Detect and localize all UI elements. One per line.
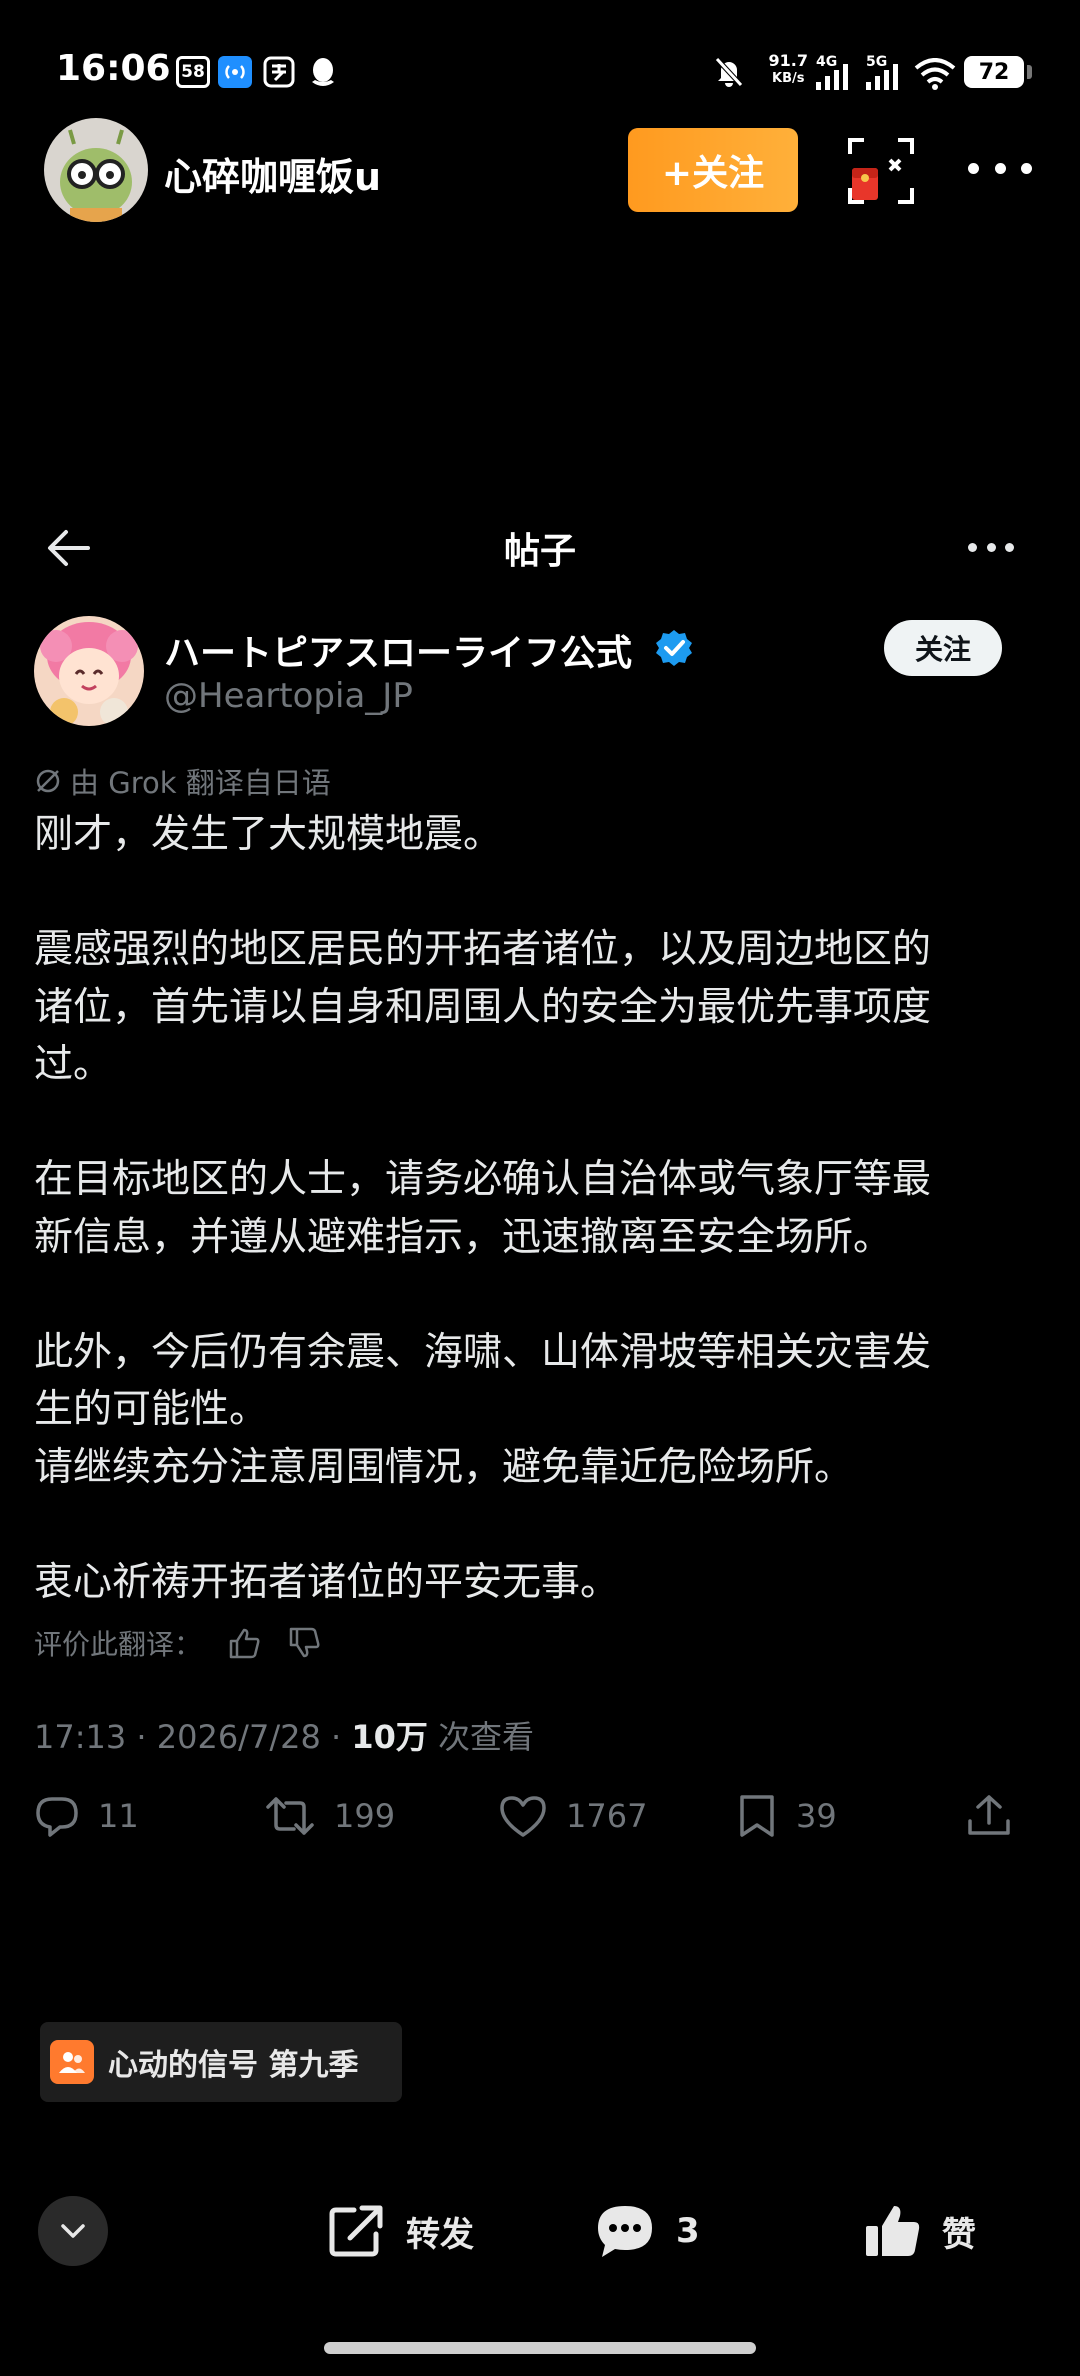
wifi-icon: [914, 58, 956, 94]
author-avatar[interactable]: [34, 616, 144, 726]
user-avatar[interactable]: [44, 118, 148, 222]
post-actions: 11 199 1767 39: [34, 1786, 1034, 1846]
body-line: 请继续充分注意周围情况，避免靠近危险场所。: [34, 1444, 854, 1490]
topic-icon: [50, 2040, 94, 2084]
reply-icon: [36, 1797, 78, 1837]
comment-button[interactable]: 3: [594, 2198, 700, 2264]
collapse-button[interactable]: [38, 2196, 108, 2266]
repost-action[interactable]: 199: [264, 1786, 395, 1846]
post-body: 刚才，发生了大规模地震。 震感强烈的地区居民的开拓者诸位，以及周边地区的 诸位，…: [34, 806, 1044, 1611]
post-date: 2026/7/28: [156, 1718, 321, 1756]
rate-translation: 评价此翻译：: [34, 1623, 322, 1663]
thumbs-down-icon[interactable]: [288, 1627, 322, 1659]
notification-badge-icon: 58: [176, 56, 210, 88]
status-time: 16:06: [56, 48, 171, 89]
forward-icon: [329, 2205, 383, 2257]
thumbs-up-filled-icon: [866, 2206, 920, 2256]
reply-action[interactable]: 11: [34, 1786, 139, 1846]
bookmark-icon: [740, 1795, 774, 1837]
body-line: 新信息，并遵从避难指示，迅速撤离至安全场所。: [34, 1214, 893, 1260]
share-action[interactable]: [966, 1786, 1012, 1846]
verified-badge-icon: [654, 628, 694, 668]
red-packet-scan-icon[interactable]: [846, 136, 916, 206]
body-line: 诸位，首先请以自身和周围人的安全为最优先事项度: [34, 984, 932, 1030]
body-line: 震感强烈的地区居民的开拓者诸位，以及周边地区的: [34, 927, 932, 972]
mute-icon: [712, 56, 746, 88]
bookmark-action[interactable]: 39: [736, 1786, 837, 1846]
follow-user-button[interactable]: +关注: [628, 128, 798, 212]
page-title: 帖子: [503, 531, 576, 572]
signal-4g-icon: [816, 64, 852, 94]
body-line: 过。: [34, 1042, 113, 1087]
qq-icon: [306, 56, 340, 88]
hotspot-icon: [218, 56, 252, 88]
body-line: 刚才，发生了大规模地震。: [34, 812, 503, 857]
comment-icon: [598, 2206, 652, 2257]
payment-app-icon: [262, 56, 296, 88]
author-handle[interactable]: @Heartopia_JP: [164, 676, 413, 716]
forward-button[interactable]: 转发: [328, 2198, 474, 2264]
body-line: 在目标地区的人士，请务必确认自治体或气象厅等最: [34, 1157, 932, 1202]
body-line: 此外，今后仍有余震、海啸、山体滑坡等相关灾害发: [34, 1329, 932, 1375]
view-label: 次查看: [438, 1718, 535, 1756]
post-meta: 17:13 · 2026/7/28 · 10万 次查看: [34, 1718, 535, 1756]
grok-icon: [36, 769, 60, 793]
repost-icon: [266, 1797, 314, 1835]
body-line: 衷心祈祷开拓者诸位的平安无事。: [34, 1559, 620, 1605]
like-button[interactable]: 赞: [864, 2198, 976, 2264]
battery-indicator: 72: [964, 56, 1032, 88]
body-line: 生的可能性。: [34, 1387, 269, 1432]
follow-button[interactable]: 关注: [884, 620, 1002, 676]
network-speed: 91.7 KB/s: [768, 51, 808, 87]
more-options-icon[interactable]: [968, 160, 1032, 176]
view-count: 10万: [351, 1718, 428, 1756]
chevron-down-icon: [61, 2224, 85, 2238]
heart-icon: [500, 1796, 546, 1837]
thumbs-up-icon[interactable]: [228, 1627, 262, 1659]
post-more-icon[interactable]: [968, 543, 1014, 553]
like-action[interactable]: 1767: [498, 1786, 647, 1846]
author-name[interactable]: ハートピアスローライフ公式: [164, 624, 632, 676]
topic-chip[interactable]: 心动的信号 第九季: [40, 2022, 402, 2102]
translation-note: 由 Grok 翻译自日语: [34, 760, 331, 802]
share-icon: [968, 1795, 1010, 1835]
top-username[interactable]: 心碎咖喱饭u: [164, 146, 381, 201]
signal-5g-icon: [866, 64, 902, 94]
post-time: 17:13: [34, 1718, 127, 1756]
home-indicator[interactable]: [324, 2342, 756, 2354]
